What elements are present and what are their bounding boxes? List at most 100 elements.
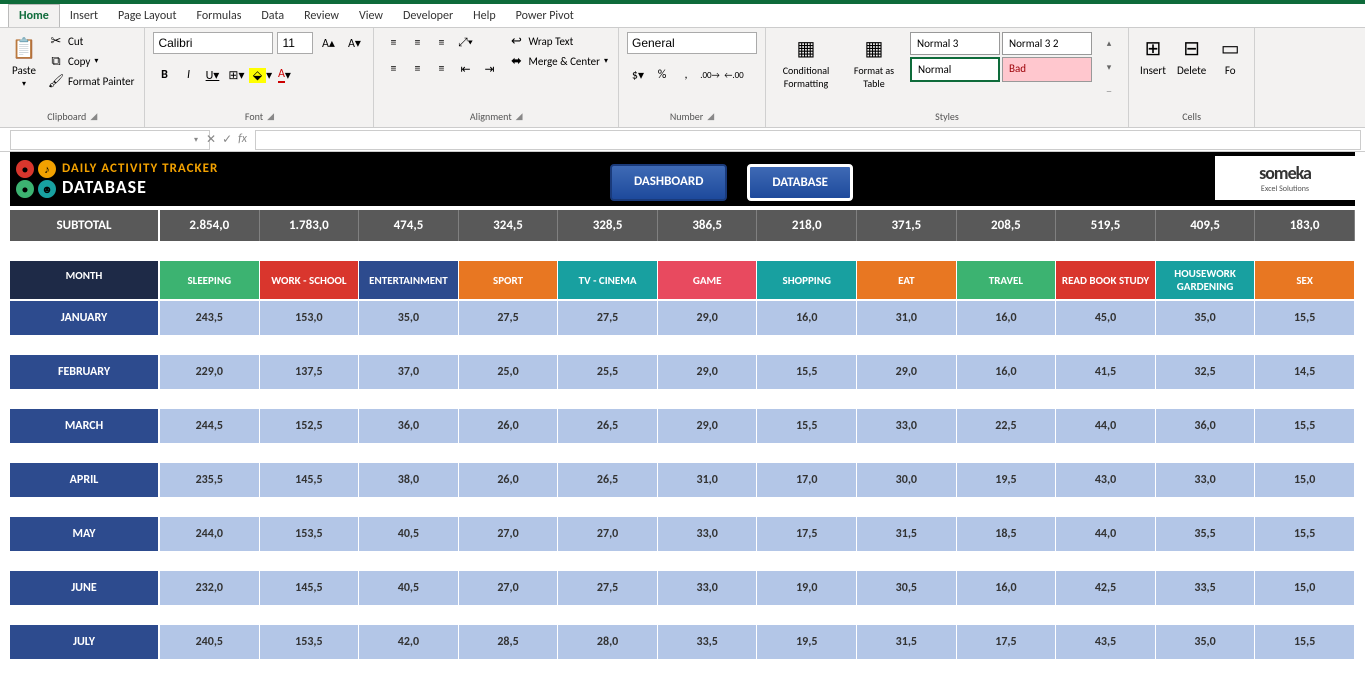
data-cell[interactable]: 38,0 <box>359 461 459 497</box>
align-right-button[interactable]: ≡ <box>430 58 452 80</box>
subtotal-cell[interactable]: 371,5 <box>857 210 957 241</box>
fx-icon[interactable]: fx <box>238 132 247 147</box>
month-cell[interactable]: MAY <box>10 515 160 551</box>
data-cell[interactable]: 26,0 <box>459 407 559 443</box>
data-cell[interactable]: 16,0 <box>957 353 1057 389</box>
data-cell[interactable]: 14,5 <box>1255 353 1355 389</box>
decrease-indent-button[interactable]: ⇤ <box>454 58 476 80</box>
align-center-button[interactable]: ≡ <box>406 58 428 80</box>
data-cell[interactable]: 33,5 <box>1156 569 1256 605</box>
styles-scroll-up[interactable]: ▴ <box>1098 32 1120 54</box>
data-cell[interactable]: 26,5 <box>558 461 658 497</box>
data-cell[interactable]: 35,5 <box>1156 515 1256 551</box>
subtotal-cell[interactable]: 2.854,0 <box>160 210 260 241</box>
category-header[interactable]: TRAVEL <box>957 261 1057 299</box>
data-cell[interactable]: 145,5 <box>260 461 360 497</box>
data-cell[interactable]: 42,5 <box>1056 569 1156 605</box>
data-cell[interactable]: 137,5 <box>260 353 360 389</box>
format-as-table-button[interactable]: ▦ Format as Table <box>844 32 904 92</box>
styles-scroll-down[interactable]: ▾ <box>1098 56 1120 78</box>
italic-button[interactable]: I <box>177 64 199 86</box>
data-cell[interactable]: 16,0 <box>957 299 1057 335</box>
data-cell[interactable]: 19,0 <box>757 569 857 605</box>
increase-decimal-button[interactable]: .00→ <box>699 64 721 86</box>
subtotal-cell[interactable]: 328,5 <box>558 210 658 241</box>
data-cell[interactable]: 42,0 <box>359 623 459 659</box>
data-cell[interactable]: 27,5 <box>459 299 559 335</box>
data-cell[interactable]: 31,5 <box>857 623 957 659</box>
data-cell[interactable]: 15,5 <box>1255 623 1355 659</box>
data-cell[interactable]: 153,5 <box>260 515 360 551</box>
insert-cells-button[interactable]: ⊞Insert <box>1137 32 1169 79</box>
subtotal-cell[interactable]: 409,5 <box>1156 210 1256 241</box>
month-cell[interactable]: MARCH <box>10 407 160 443</box>
font-color-button[interactable]: A▾ <box>273 64 295 86</box>
category-header[interactable]: GAME <box>658 261 758 299</box>
data-cell[interactable]: 29,0 <box>658 299 758 335</box>
data-cell[interactable]: 15,5 <box>1255 299 1355 335</box>
category-header[interactable]: SEX <box>1255 261 1355 299</box>
tab-data[interactable]: Data <box>251 5 294 27</box>
align-left-button[interactable]: ≡ <box>382 58 404 80</box>
data-cell[interactable]: 15,5 <box>757 407 857 443</box>
orientation-button[interactable]: ⤢▾ <box>454 32 476 54</box>
data-cell[interactable]: 16,0 <box>957 569 1057 605</box>
data-cell[interactable]: 31,0 <box>658 461 758 497</box>
underline-button[interactable]: U▾ <box>201 64 223 86</box>
data-cell[interactable]: 25,0 <box>459 353 559 389</box>
data-cell[interactable]: 27,5 <box>558 299 658 335</box>
data-cell[interactable]: 30,5 <box>857 569 957 605</box>
align-middle-button[interactable]: ≡ <box>406 32 428 54</box>
data-cell[interactable]: 15,5 <box>1255 515 1355 551</box>
data-cell[interactable]: 44,0 <box>1056 407 1156 443</box>
data-cell[interactable]: 15,5 <box>1255 407 1355 443</box>
data-cell[interactable]: 27,0 <box>459 569 559 605</box>
data-cell[interactable]: 32,5 <box>1156 353 1256 389</box>
data-cell[interactable]: 33,0 <box>658 569 758 605</box>
data-cell[interactable]: 152,5 <box>260 407 360 443</box>
cancel-formula-icon[interactable]: ✕ <box>206 132 216 147</box>
data-cell[interactable]: 153,0 <box>260 299 360 335</box>
worksheet[interactable]: ● ♪ ● ☻ DAILY ACTIVITY TRACKER DATABASE … <box>0 152 1365 659</box>
data-cell[interactable]: 36,0 <box>1156 407 1256 443</box>
month-cell[interactable]: JANUARY <box>10 299 160 335</box>
tab-power-pivot[interactable]: Power Pivot <box>506 5 584 27</box>
month-cell[interactable]: JUNE <box>10 569 160 605</box>
number-format-select[interactable] <box>627 32 757 54</box>
dialog-launcher-icon[interactable]: ◢ <box>90 111 97 122</box>
format-cells-button[interactable]: ▭Fo <box>1214 32 1246 79</box>
subtotal-cell[interactable]: 324,5 <box>459 210 559 241</box>
data-cell[interactable]: 31,0 <box>857 299 957 335</box>
data-cell[interactable]: 15,5 <box>757 353 857 389</box>
style-bad[interactable]: Bad <box>1002 57 1092 82</box>
subtotal-cell[interactable]: 1.783,0 <box>260 210 360 241</box>
tab-formulas[interactable]: Formulas <box>186 5 251 27</box>
data-cell[interactable]: 244,0 <box>160 515 260 551</box>
accounting-button[interactable]: $▾ <box>627 64 649 86</box>
data-cell[interactable]: 19,5 <box>957 461 1057 497</box>
data-cell[interactable]: 235,5 <box>160 461 260 497</box>
name-box[interactable] <box>10 130 210 150</box>
data-cell[interactable]: 35,0 <box>1156 623 1256 659</box>
dialog-launcher-icon[interactable]: ◢ <box>267 111 274 122</box>
data-cell[interactable]: 17,5 <box>757 515 857 551</box>
increase-font-button[interactable]: A▴ <box>317 32 339 54</box>
month-cell[interactable]: FEBRUARY <box>10 353 160 389</box>
styles-more[interactable]: ⎯ <box>1098 80 1120 102</box>
align-top-button[interactable]: ≡ <box>382 32 404 54</box>
category-header[interactable]: HOUSEWORK GARDENING <box>1156 261 1256 299</box>
comma-button[interactable]: , <box>675 64 697 86</box>
align-bottom-button[interactable]: ≡ <box>430 32 452 54</box>
dashboard-button[interactable]: DASHBOARD <box>610 164 727 201</box>
style-normal32[interactable]: Normal 3 2 <box>1002 32 1092 55</box>
data-cell[interactable]: 232,0 <box>160 569 260 605</box>
database-button[interactable]: DATABASE <box>747 164 853 201</box>
dialog-launcher-icon[interactable]: ◢ <box>516 111 523 122</box>
data-cell[interactable]: 33,0 <box>658 515 758 551</box>
cut-button[interactable]: ✂Cut <box>46 32 136 50</box>
accept-formula-icon[interactable]: ✓ <box>222 132 232 147</box>
data-cell[interactable]: 33,5 <box>658 623 758 659</box>
data-cell[interactable]: 153,5 <box>260 623 360 659</box>
tab-page-layout[interactable]: Page Layout <box>108 5 186 27</box>
category-header[interactable]: TV - CINEMA <box>558 261 658 299</box>
